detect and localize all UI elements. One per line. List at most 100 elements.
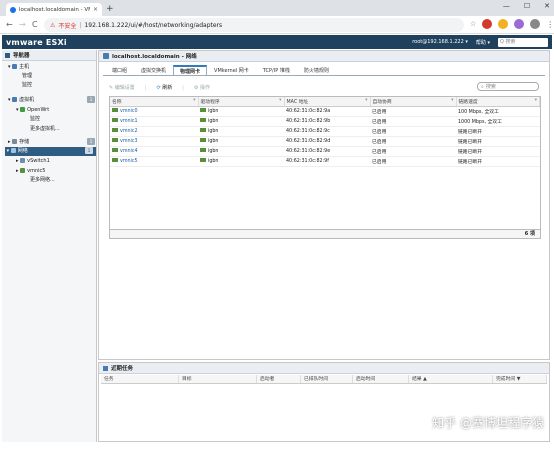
cell-speed: 1000 Mbps, 全双工 [456, 116, 540, 127]
reload-icon[interactable]: C [32, 19, 38, 31]
edit-settings-button[interactable]: ✎ 编辑设置 [109, 84, 135, 91]
table-row[interactable]: vmnic0 igbn 40:62:31:0c:82:9a 已启用 100 Mbps, … [110, 106, 540, 117]
table-row[interactable]: vmnic2 igbn 40:62:31:0c:82:9c 已启用 链路已断开 [110, 126, 540, 137]
nav-label: 网络 [17, 148, 28, 154]
nav-item-networking[interactable]: ▾ 网络 1 [5, 147, 96, 156]
omnibox[interactable]: ⚠ 不安全 | 192.168.1.222/ui/#/host/networki… [44, 18, 464, 32]
nav-item-vswitch1[interactable]: ▸ vSwitch1 [16, 157, 50, 166]
new-tab-button[interactable]: + [106, 3, 114, 15]
col-result[interactable]: 结果 ▲ [409, 375, 493, 383]
column-menu-icon[interactable]: ▾ [279, 98, 281, 103]
header-search-input[interactable]: Q 搜索 [498, 37, 548, 47]
tab-close-icon[interactable]: × [93, 6, 98, 13]
profile-avatar-icon[interactable] [530, 19, 541, 29]
col-target[interactable]: 目标 [179, 375, 257, 383]
col-completed[interactable]: 完成时间 ▼ [493, 375, 547, 383]
bookmark-star-icon[interactable]: ☆ [470, 20, 476, 28]
item-count: 6 项 [109, 230, 541, 239]
tasks-table-header: 任务 目标 启动者 已排队时间 启动时间 结果 ▲ 完成时间 ▼ [101, 375, 547, 384]
cell-driver-text: igbn [208, 109, 219, 114]
cell-speed-text: 链路已断开 [458, 129, 482, 135]
cell-mac: 40:62:31:0c:82:9b [284, 116, 370, 127]
column-menu-icon[interactable]: ▾ [451, 98, 453, 103]
vmware-esxi-logo: vmware ESXi [6, 37, 67, 47]
nav-item-vms[interactable]: ▾ 虚拟机 1 [8, 96, 98, 105]
tab-virtual-switches[interactable]: 虚拟交换机 [134, 65, 173, 75]
extension-adblock-icon[interactable] [482, 19, 493, 29]
cell-speed-text: 链路已断开 [458, 139, 482, 145]
forward-icon[interactable]: → [19, 19, 26, 31]
browser-tab-strip: localhost.localdomain - VMware × + — ☐ ✕ [0, 0, 554, 16]
nav-label: 虚拟机 [19, 97, 35, 103]
cell-speed-text: 链路已断开 [458, 149, 482, 155]
extension-yellow-icon[interactable] [498, 19, 509, 29]
nic-icon [112, 128, 118, 132]
tab-vmkernel-nics[interactable]: VMkernel 网卡 [207, 65, 256, 75]
col-name[interactable]: 名称 ▾ [110, 97, 199, 107]
maximize-icon[interactable]: ☐ [524, 2, 530, 10]
cell-mac: 40:62:31:0c:82:9a [284, 106, 370, 117]
table-row[interactable]: vmnic3 igbn 40:62:31:0c:82:9d 已启用 链路已断开 [110, 136, 540, 147]
nav-label: 存储 [19, 139, 30, 145]
help-menu[interactable]: 帮助 ▾ [476, 39, 490, 46]
col-label: 链路速度 [458, 99, 478, 105]
cell-speed: 链路已断开 [456, 146, 540, 157]
navigator-icon [5, 52, 10, 58]
cell-name: vmnic3 [110, 136, 198, 147]
tab-port-groups[interactable]: 端口组 [105, 65, 134, 75]
browser-tab[interactable]: localhost.localdomain - VMware × [6, 3, 102, 16]
nav-item-more-vms[interactable]: 更多虚拟机... [30, 125, 60, 134]
refresh-button[interactable]: ⟳ 刷新 [156, 84, 172, 91]
col-queued-time[interactable]: 已排队时间 [301, 375, 353, 383]
nic-table: 名称 ▾ 驱动程序 ▾ MAC 地址 ▾ 自动协商 ▾ 链路速度 ▾ vmnic… [109, 96, 541, 230]
tab-tcpip-stacks[interactable]: TCP/IP 堆栈 [256, 65, 297, 75]
table-row[interactable]: vmnic1 igbn 40:62:31:0c:82:9b 已启用 1000 Mbps,… [110, 116, 540, 127]
col-autoneg[interactable]: 自动协商 ▾ [370, 97, 457, 107]
nav-item-vmnic5[interactable]: ▸ vmnic5 [16, 167, 45, 176]
nav-item-more-networks[interactable]: 更多网络... [30, 176, 55, 185]
cell-mac-text: 40:62:31:0c:82:9f [286, 158, 329, 164]
tab-firewall-rules[interactable]: 防火墙规则 [297, 65, 336, 75]
watermark: 知乎 @赛博坦程序猿 [432, 416, 544, 430]
close-window-icon[interactable]: ✕ [544, 2, 550, 10]
nic-icon [112, 148, 118, 152]
cell-driver-text: igbn [208, 119, 219, 124]
cell-name: vmnic5 [110, 156, 198, 167]
navigator-title: 导航器 [13, 53, 30, 59]
nic-icon [112, 108, 118, 112]
col-initiator[interactable]: 启动者 [257, 375, 301, 383]
nav-item-host[interactable]: ▾ 主机 [8, 63, 29, 72]
browser-menu-icon[interactable]: ⋮ [546, 20, 554, 29]
col-speed[interactable]: 链路速度 ▾ [456, 97, 540, 107]
nav-item-manage[interactable]: 管理 [22, 72, 32, 81]
user-menu[interactable]: root@192.168.1.222 ▾ [412, 39, 468, 45]
extension-purple-icon[interactable] [514, 19, 525, 29]
col-mac[interactable]: MAC 地址 ▾ [284, 97, 371, 107]
table-row[interactable]: vmnic5 igbn 40:62:31:0c:82:9f 已启用 链路已断开 [110, 156, 540, 167]
url-text[interactable]: 192.168.1.222/ui/#/host/networking/adapt… [84, 22, 222, 29]
search-placeholder: 搜索 [485, 84, 496, 90]
nav-item-openwrt-monitor[interactable]: 监控 [30, 115, 40, 124]
nav-item-openwrt[interactable]: ▾ OpenWrt [16, 106, 49, 115]
grid-search-input[interactable]: ⌕ 搜索 [477, 82, 539, 91]
actions-button[interactable]: ⚙ 操作 [194, 84, 210, 91]
search-icon: ⌕ [481, 83, 484, 90]
cell-autoneg-text: 已启用 [372, 159, 387, 165]
nav-item-monitor[interactable]: 监控 [22, 81, 32, 90]
refresh-label: 刷新 [162, 85, 173, 91]
cell-mac-text: 40:62:31:0c:82:9c [286, 128, 330, 134]
col-start-time[interactable]: 启动时间 [353, 375, 409, 383]
table-row[interactable]: vmnic4 igbn 40:62:31:0c:82:9e 已启用 链路已断开 [110, 146, 540, 157]
col-driver[interactable]: 驱动程序 ▾ [198, 97, 285, 107]
nav-item-storage[interactable]: ▸ 存储 1 [8, 138, 98, 147]
column-menu-icon[interactable]: ▾ [193, 98, 195, 103]
column-menu-icon[interactable]: ▾ [535, 98, 537, 103]
column-menu-icon[interactable]: ▾ [365, 98, 367, 103]
col-task[interactable]: 任务 [101, 375, 179, 383]
cell-name: vmnic1 [110, 116, 198, 127]
col-label: 自动协商 [372, 99, 392, 105]
back-icon[interactable]: ← [6, 19, 13, 31]
minimize-icon[interactable]: — [503, 2, 510, 10]
tab-physical-nics[interactable]: 物理网卡 [173, 65, 208, 75]
cell-mac: 40:62:31:0c:82:9e [284, 146, 370, 157]
